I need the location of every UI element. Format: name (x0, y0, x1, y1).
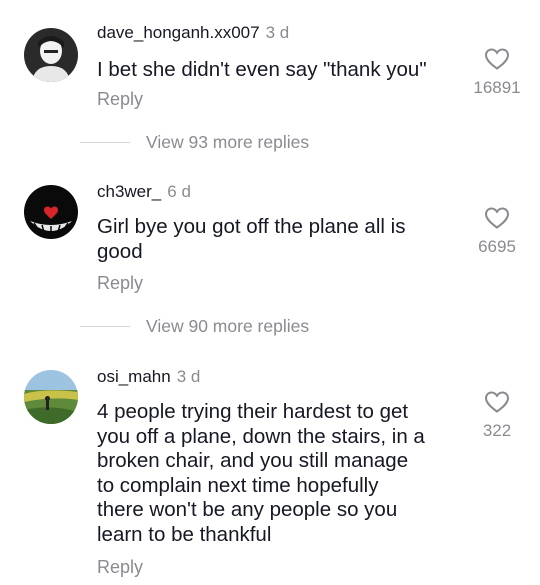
like-control: 6695 (467, 206, 527, 257)
comment-text: 4 people trying their hardest to get you… (97, 400, 425, 547)
heart-outline-icon[interactable] (484, 47, 510, 71)
comment-text-line: learn to be thankful (97, 522, 272, 546)
heart-outline-icon[interactable] (484, 206, 510, 230)
like-control: 16891 (467, 47, 527, 98)
comment-text-line: you off a plane, down the stairs, in a (97, 424, 425, 448)
avatar-image (24, 185, 78, 239)
view-more-replies[interactable]: View 93 more replies (80, 131, 309, 153)
username[interactable]: dave_honganh.xx007 (97, 23, 260, 42)
reply-button[interactable]: Reply (97, 89, 143, 110)
comment-text-line: Girl bye you got off the plane all is (97, 215, 406, 238)
comment-meta: ch3wer_ 6 d (97, 182, 191, 202)
avatar-image (24, 370, 78, 424)
timestamp: 3 d (176, 367, 201, 386)
avatar[interactable] (24, 370, 78, 424)
comment-text-line: to complain next time hopefully (97, 473, 379, 497)
avatar[interactable] (24, 185, 78, 239)
timestamp: 6 d (167, 182, 191, 201)
view-more-replies[interactable]: View 90 more replies (80, 315, 309, 337)
comment-text-line: broken chair, and you still manage (97, 449, 409, 472)
like-count: 16891 (473, 78, 521, 97)
comment-text: I bet she didn't even say "thank you" (97, 58, 427, 83)
comment-text-line: good (97, 239, 143, 263)
divider-line (80, 325, 130, 327)
view-more-replies-label[interactable]: View 93 more replies (146, 132, 309, 153)
comment-meta: dave_honganh.xx007 3 d (97, 23, 289, 43)
comment-text-line: there won't be any people so you (97, 498, 398, 521)
reply-button[interactable]: Reply (97, 557, 143, 578)
avatar[interactable] (24, 28, 78, 82)
like-count: 322 (482, 421, 512, 440)
username[interactable]: ch3wer_ (97, 182, 161, 201)
like-count: 6695 (478, 237, 516, 256)
comment-text-line: I bet she didn't even say "thank you" (97, 58, 427, 81)
divider-line (80, 141, 130, 143)
comment-text-line: 4 people trying their hardest to get (97, 400, 409, 423)
username[interactable]: osi_mahn (97, 367, 171, 386)
like-control: 322 (467, 390, 527, 441)
comment-text: Girl bye you got off the plane all is go… (97, 215, 405, 264)
view-more-replies-label[interactable]: View 90 more replies (146, 316, 309, 337)
comment-meta: osi_mahn 3 d (97, 367, 200, 387)
avatar-image (24, 28, 78, 82)
reply-button[interactable]: Reply (97, 273, 143, 294)
timestamp: 3 d (265, 23, 290, 42)
heart-outline-icon[interactable] (484, 390, 510, 414)
